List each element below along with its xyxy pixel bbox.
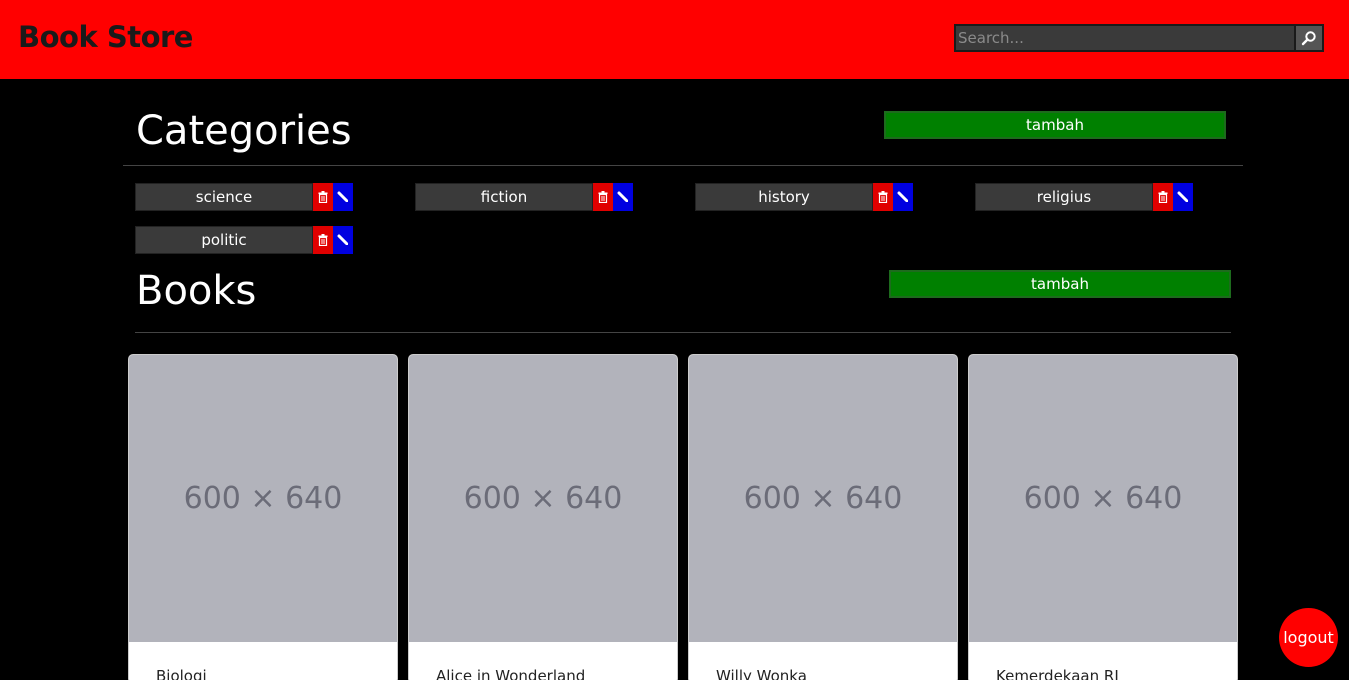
book-title: Kemerdekaan RI: [996, 667, 1119, 680]
books-divider: [135, 332, 1231, 333]
delete-category-button[interactable]: [313, 183, 333, 211]
logout-button[interactable]: logout: [1279, 608, 1338, 667]
book-title: Willy Wonka: [716, 667, 807, 680]
book-title: Biologi: [156, 667, 207, 680]
delete-category-button[interactable]: [1153, 183, 1173, 211]
edit-category-button[interactable]: [333, 226, 353, 254]
search-button[interactable]: [1294, 26, 1322, 50]
category-item: history: [695, 183, 913, 211]
edit-category-button[interactable]: [333, 183, 353, 211]
book-cover-placeholder: 600 × 640: [129, 355, 397, 642]
category-label[interactable]: history: [695, 183, 873, 211]
edit-category-button[interactable]: [893, 183, 913, 211]
pencil-icon: [337, 191, 348, 202]
brand-title[interactable]: Book Store: [18, 20, 193, 54]
categories-divider: [123, 165, 1243, 166]
category-item: science: [135, 183, 353, 211]
add-category-button[interactable]: tambah: [884, 111, 1226, 139]
category-label[interactable]: science: [135, 183, 313, 211]
pencil-icon: [337, 234, 348, 245]
category-label[interactable]: politic: [135, 226, 313, 254]
category-item: religius: [975, 183, 1193, 211]
books-title: Books: [136, 268, 257, 314]
book-cover-placeholder: 600 × 640: [689, 355, 957, 642]
edit-category-button[interactable]: [613, 183, 633, 211]
delete-category-button[interactable]: [593, 183, 613, 211]
trash-icon: [1158, 191, 1168, 203]
trash-icon: [318, 234, 328, 246]
book-title: Alice in Wonderland: [436, 667, 586, 680]
delete-category-button[interactable]: [873, 183, 893, 211]
category-item: fiction: [415, 183, 633, 211]
pencil-icon: [617, 191, 628, 202]
category-label[interactable]: religius: [975, 183, 1153, 211]
book-cover-placeholder: 600 × 640: [409, 355, 677, 642]
book-card[interactable]: 600 × 640 Alice in Wonderland: [408, 354, 678, 680]
category-label[interactable]: fiction: [415, 183, 593, 211]
search-input[interactable]: [956, 26, 1294, 50]
pencil-icon: [1177, 191, 1188, 202]
book-cover-placeholder: 600 × 640: [969, 355, 1237, 642]
book-card[interactable]: 600 × 640 Kemerdekaan RI: [968, 354, 1238, 680]
book-card[interactable]: 600 × 640 Biologi: [128, 354, 398, 680]
header: Book Store: [0, 0, 1349, 79]
edit-category-button[interactable]: [1173, 183, 1193, 211]
search-box: [954, 24, 1324, 52]
trash-icon: [598, 191, 608, 203]
trash-icon: [318, 191, 328, 203]
book-card[interactable]: 600 × 640 Willy Wonka: [688, 354, 958, 680]
pencil-icon: [897, 191, 908, 202]
category-item: politic: [135, 226, 353, 254]
categories-title: Categories: [136, 108, 352, 154]
search-icon: [1301, 31, 1316, 46]
delete-category-button[interactable]: [313, 226, 333, 254]
add-book-button[interactable]: tambah: [889, 270, 1231, 298]
trash-icon: [878, 191, 888, 203]
